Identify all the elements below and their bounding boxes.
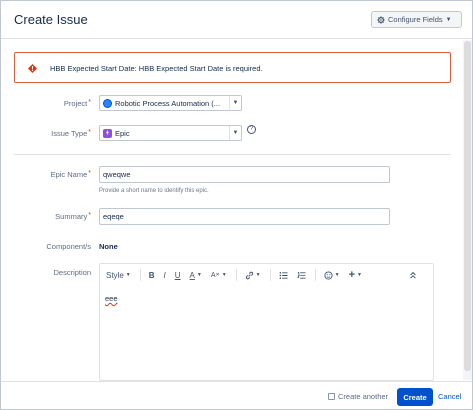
epic-name-hint: Provide a short name to identify this ep… (99, 188, 209, 194)
create-another-checkbox[interactable] (328, 393, 335, 400)
collapse-icon (410, 271, 416, 279)
project-label-text: Project (63, 99, 88, 108)
description-content[interactable]: eee (105, 294, 118, 303)
collapse-toolbar-button[interactable] (409, 271, 417, 279)
toolbar-separator (314, 269, 316, 281)
bold-button[interactable]: B (149, 271, 155, 280)
summary-label: Summary* (11, 212, 91, 221)
components-label: Component/s (46, 242, 91, 251)
text-color-button[interactable]: A ▼ (190, 271, 202, 280)
chevron-down-icon: ▼ (334, 272, 340, 278)
toolbar-separator (139, 269, 141, 281)
components-value[interactable]: None (99, 242, 118, 251)
dialog-header: Create Issue Configure Fields ▼ (1, 1, 472, 39)
description-label: Description (53, 268, 91, 277)
numbered-list-icon (296, 271, 306, 279)
italic-button[interactable]: I (164, 271, 166, 280)
configure-fields-label: Configure Fields (388, 15, 443, 24)
project-select[interactable]: Robotic Process Automation (... ▼ (99, 95, 242, 111)
sparkle-icon: ✕ (215, 272, 220, 278)
bullet-list-button[interactable] (279, 271, 288, 280)
link-icon (245, 271, 253, 279)
create-issue-dialog: Create Issue Configure Fields ▼ HBB Expe… (0, 0, 473, 410)
dialog-title: Create Issue (14, 12, 88, 27)
editor-toolbar: Style ▼ B I U A ▼ A ✕ ▼ ▼ ▼ + ▼ (100, 264, 433, 286)
epic-name-input[interactable]: qweqwe (99, 166, 390, 183)
dialog-footer: Create another Create Cancel (1, 381, 472, 409)
underline-button[interactable]: U (175, 271, 181, 280)
project-avatar-icon (103, 98, 112, 108)
issue-type-label: Issue Type* (11, 129, 91, 138)
chevron-down-icon: ▼ (221, 272, 227, 278)
text-color-label: A (189, 270, 195, 280)
required-marker: * (88, 99, 91, 106)
scrollbar-thumb[interactable] (464, 41, 471, 371)
toolbar-separator (269, 269, 271, 281)
bullet-list-icon (279, 271, 288, 279)
error-text: HBB Expected Start Date: HBB Expected St… (50, 64, 263, 73)
issue-type-select[interactable]: Epic ▼ (99, 125, 242, 141)
create-another-label[interactable]: Create another (338, 392, 388, 401)
configure-fields-button[interactable]: Configure Fields ▼ (371, 11, 462, 28)
gear-icon (377, 15, 385, 24)
chevron-down-icon: ▼ (445, 16, 452, 23)
help-icon[interactable]: ? (247, 125, 256, 134)
more-formatting-button[interactable]: A ✕ ▼ (211, 272, 227, 279)
create-button[interactable]: Create (397, 388, 433, 406)
required-marker: * (88, 212, 91, 219)
emoji-icon (324, 270, 333, 280)
required-marker: * (88, 129, 91, 136)
project-value: Robotic Process Automation (... (115, 98, 221, 108)
insert-label: + (348, 269, 356, 281)
chevron-down-icon: ▼ (196, 272, 202, 278)
numbered-list-button[interactable] (296, 271, 306, 280)
chevron-down-icon: ▼ (255, 272, 261, 278)
description-editor[interactable]: Style ▼ B I U A ▼ A ✕ ▼ ▼ ▼ + ▼ eee (99, 263, 434, 381)
required-marker: * (88, 170, 91, 177)
style-label: Style (106, 270, 124, 280)
style-dropdown[interactable]: Style ▼ (106, 271, 131, 280)
epic-name-label: Epic Name* (11, 170, 91, 179)
error-icon (28, 64, 37, 73)
chevron-down-icon[interactable]: ▼ (229, 96, 241, 110)
error-message: HBB Expected Start Date: HBB Expected St… (14, 52, 451, 83)
chevron-down-icon[interactable]: ▼ (229, 126, 241, 140)
chevron-down-icon: ▼ (125, 272, 131, 278)
emoji-button[interactable]: ▼ (324, 270, 340, 280)
cancel-button[interactable]: Cancel (438, 392, 461, 401)
divider (14, 154, 451, 155)
epic-icon (103, 128, 112, 138)
issue-type-value: Epic (115, 128, 130, 138)
toolbar-separator (235, 269, 237, 281)
issue-type-label-text: Issue Type (51, 129, 88, 138)
epic-name-label-text: Epic Name (50, 170, 88, 179)
summary-label-text: Summary (55, 212, 88, 221)
project-label: Project* (11, 99, 91, 108)
insert-button[interactable]: + ▼ (349, 269, 362, 281)
chevron-down-icon: ▼ (357, 272, 362, 278)
summary-input[interactable]: eqeqe (99, 208, 390, 225)
link-button[interactable]: ▼ (245, 271, 261, 280)
